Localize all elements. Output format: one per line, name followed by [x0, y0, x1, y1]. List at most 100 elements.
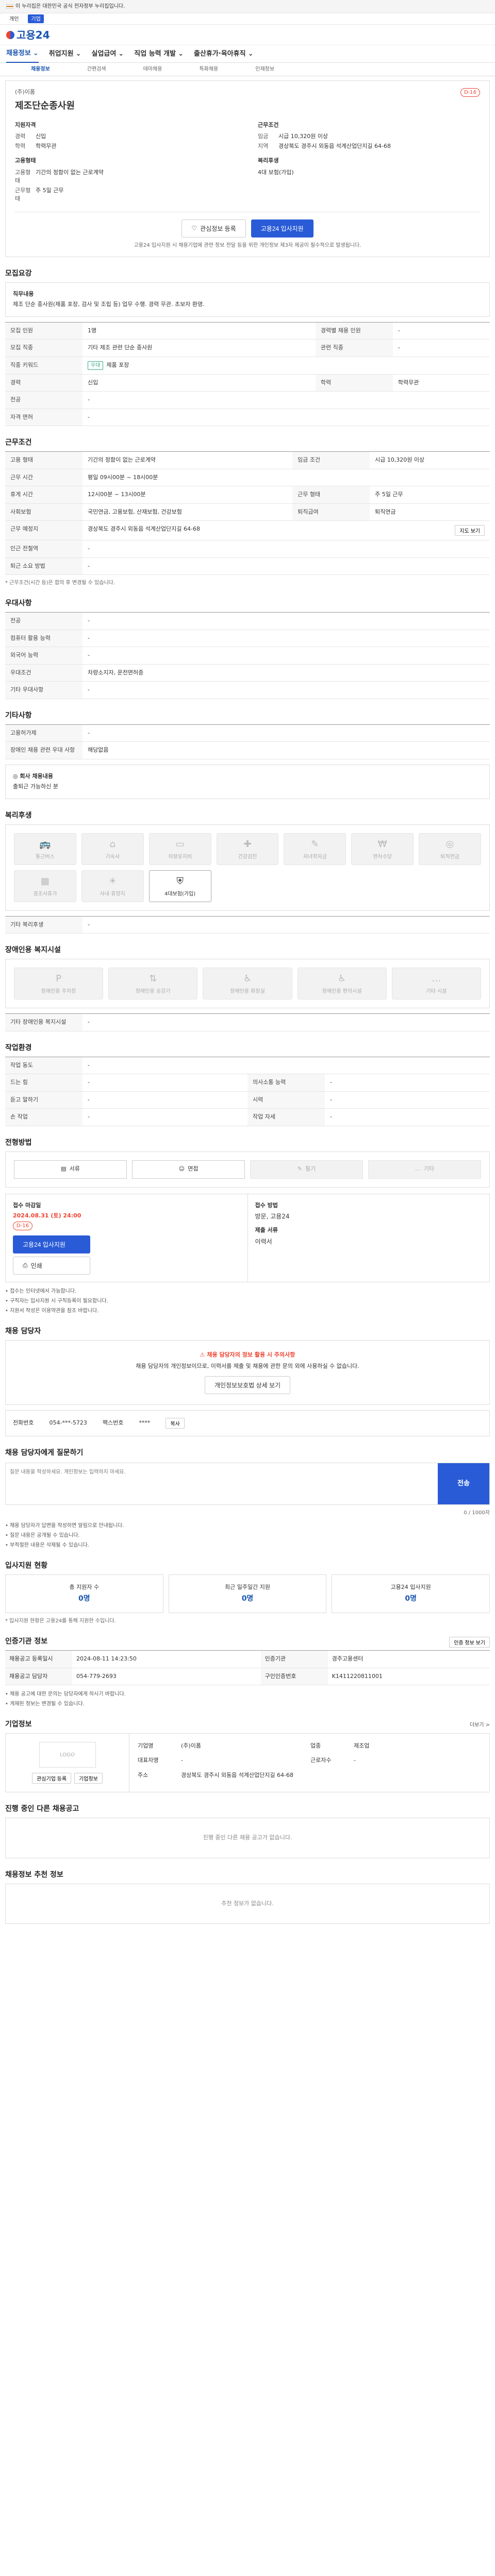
cell: -: [82, 630, 490, 647]
disability-item: ♿ 장애인용 화장실: [203, 968, 292, 999]
subnav-item[interactable]: 간편검색: [87, 65, 106, 73]
cell: 우대조건: [5, 664, 82, 682]
button-label: 관심정보 등록: [200, 225, 236, 232]
question-input[interactable]: [6, 1463, 438, 1504]
stat-value: 0명: [241, 1595, 254, 1603]
cell: -: [181, 1757, 183, 1764]
cell: 경력별 채용 인원: [315, 322, 393, 340]
section-title: 복리후생: [5, 811, 32, 820]
car-icon: ▭: [175, 838, 185, 850]
welfare-label: 연차수당: [373, 854, 392, 860]
cell: -: [325, 1108, 490, 1126]
company-info-button[interactable]: 기업정보: [74, 1773, 103, 1784]
stat-label: 최근 일주일간 지원: [225, 1583, 270, 1590]
document-icon: ▤: [61, 1165, 67, 1173]
cell: 신입: [82, 374, 316, 392]
warning-title-text: 채용 담당자의 정보 활용 시 주의사항: [207, 1351, 295, 1358]
subnav-item[interactable]: 테마채용: [143, 65, 162, 73]
cell: -: [82, 1057, 490, 1074]
method-label: 서류: [69, 1165, 80, 1173]
more-link[interactable]: 더보기 >: [470, 1721, 490, 1729]
disability-label: 장애인용 편의시설: [322, 989, 362, 994]
cell: -: [325, 1074, 490, 1092]
stat-value: 0명: [78, 1595, 90, 1603]
interest-button[interactable]: ♡ 관심정보 등록: [182, 219, 246, 238]
map-button[interactable]: 지도 보기: [455, 525, 485, 536]
kv-key: 학력: [15, 142, 26, 149]
cell: 퇴직급여: [292, 503, 370, 521]
section-heading: 고용형태: [15, 157, 36, 164]
list-item: 채용 공고에 대한 문의는 담당자에게 하시기 바랍니다.: [5, 1690, 490, 1698]
print-button[interactable]: ⎙ 인쇄: [13, 1256, 90, 1275]
welfare-item: ☀ 사내 휴양지: [81, 870, 144, 902]
corp-section: 기업정보 더보기 > LOGO 관심기업 등록 기업정보 기업명 (주)이폼 업종 제조…: [5, 1717, 490, 1792]
subnav-item[interactable]: 특화채용: [199, 65, 218, 73]
fav-company-button[interactable]: 관심기업 등록: [32, 1773, 72, 1784]
corp-card: LOGO 관심기업 등록 기업정보 기업명 (주)이폼 업종 제조업 대표자명 - 근로자…: [5, 1733, 490, 1792]
gov-banner-text: 이 누리집은 대한민국 공식 전자정부 누리집입니다.: [15, 4, 125, 9]
welfare-item: ⌂ 기숙사: [81, 833, 144, 865]
tab-company[interactable]: 기업: [28, 14, 44, 23]
kv-key: 임금: [258, 133, 269, 140]
cell-text: 경상북도 경주시 외동읍 석계산업단지길 64-68: [88, 526, 200, 532]
cell: -: [82, 1013, 490, 1031]
cell: 학력: [315, 374, 393, 392]
cell: 시급 10,320원 이상: [370, 451, 490, 469]
cell: 근로자수: [310, 1757, 332, 1764]
cell: 외국어 능력: [5, 647, 82, 665]
period-box: 접수 마감일 2024.08.31 (토) 24:00 D-16 고용24 입사…: [5, 1193, 490, 1282]
subnav-item[interactable]: 인재정보: [255, 65, 274, 73]
cell: 임금 조건: [292, 451, 370, 469]
apply-button-2[interactable]: 고용24 입사지원: [13, 1235, 90, 1253]
job-title: 제조단순종사원: [15, 100, 75, 111]
cell: 자격 면허: [5, 409, 82, 426]
money-icon: ₩: [377, 838, 387, 850]
cell: 시력: [248, 1091, 325, 1109]
company-logo: LOGO: [39, 1742, 96, 1768]
welfare-label: 4대보험(가입): [164, 891, 196, 897]
dday-badge: D-16: [13, 1221, 33, 1230]
cell: 컴퓨터 활용 능력: [5, 630, 82, 647]
cell: 경상북도 경주시 외동읍 석계산업단지길 64-68 지도 보기: [82, 520, 490, 540]
cell: 경력: [5, 374, 82, 392]
method-grid: ▤ 서류 ☺ 면접 ✎ 필기 … 기타: [5, 1151, 490, 1188]
nav-item-support[interactable]: 취업지원 ⌄: [49, 49, 81, 59]
privacy-detail-button[interactable]: 개인정보보호법 상세 보기: [204, 1376, 291, 1394]
nav-item-leave[interactable]: 출산휴가·육아휴직 ⌄: [194, 49, 254, 59]
nav-label: 취업지원: [48, 49, 74, 58]
kv-value: 기간의 정함이 없는 근로계약: [36, 168, 104, 176]
period-notes: 접수는 인터넷에서 가능합니다. 구직자는 입사지원 시 구직등록이 필요합니다…: [5, 1287, 490, 1315]
section-title: 입사지원 현황: [5, 1561, 48, 1570]
cell: 해당없음: [82, 741, 490, 759]
cell: 업종: [310, 1742, 321, 1749]
cert-info-button[interactable]: 인증 정보 보기: [449, 1637, 490, 1648]
job-summary-card: D-16 (주)이폼 제조단순종사원 지원자격 경력 신입 학력 학력무관 고용형태…: [5, 80, 490, 257]
disability-label: 장애인용 주차장: [41, 989, 76, 994]
copy-button[interactable]: 복사: [166, 1417, 185, 1429]
nav-item-benefits[interactable]: 실업급여 ⌄: [92, 49, 124, 59]
subnav-item[interactable]: 채용정보: [31, 65, 50, 73]
welfare-label: 건강검진: [238, 854, 257, 860]
logo[interactable]: 고용24: [6, 27, 50, 43]
welfare-other-table: 기타 복리후생 -: [5, 916, 490, 934]
cell: 듣고 말하기: [5, 1091, 82, 1109]
cell: 경상북도 경주시 외동읍 석계산업단지길 64-68: [181, 1771, 293, 1778]
section-title: 기업정보: [5, 1720, 32, 1728]
kv-value: 학력무관: [36, 142, 57, 149]
cell: 기타 장애인용 복지시설: [5, 1013, 82, 1031]
period-title: 접수 마감일: [13, 1201, 41, 1209]
cell: -: [82, 1091, 248, 1109]
cell: 전공: [5, 612, 82, 630]
cell: -: [82, 681, 490, 699]
apply-button[interactable]: 고용24 입사지원: [251, 219, 314, 238]
nav-item-training[interactable]: 직업 능력 개발 ⌄: [134, 49, 184, 59]
cell: -: [82, 1074, 248, 1092]
nav-item-jobs[interactable]: 채용정보 ⌄: [6, 45, 39, 63]
house-icon: ⌂: [109, 838, 116, 850]
cell: (주)이폼: [181, 1742, 201, 1749]
send-button[interactable]: 전송: [438, 1463, 489, 1504]
button-label: 인쇄: [30, 1262, 42, 1269]
cell: 우대 제품 포장: [82, 357, 490, 375]
tab-personal[interactable]: 개인: [6, 14, 22, 23]
etc-section: 기타사항 고용허가제 - 장애인 채용 관련 우대 사항 해당없음 ◎ 회사 채용내…: [5, 708, 490, 799]
